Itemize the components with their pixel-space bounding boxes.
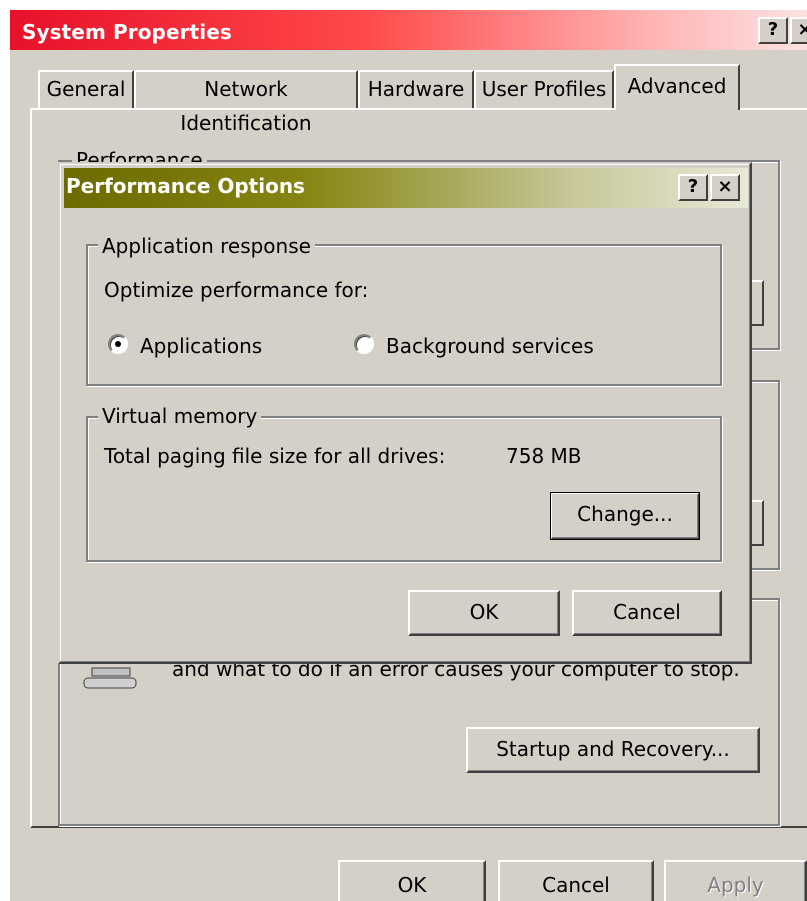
- tab-hardware[interactable]: Hardware: [358, 70, 474, 108]
- help-button[interactable]: ?: [758, 17, 788, 44]
- paging-file-label: Total paging file size for all drives:: [104, 444, 446, 468]
- tab-advanced[interactable]: Advanced: [614, 64, 740, 110]
- application-response-groupbox: [86, 244, 722, 386]
- radio-selected-dot: [115, 341, 121, 347]
- startup-and-recovery-button[interactable]: Startup and Recovery...: [466, 727, 760, 773]
- background-services-radio[interactable]: [354, 334, 374, 354]
- change-button[interactable]: Change...: [550, 492, 700, 540]
- performance-options-title: Performance Options: [66, 174, 305, 198]
- tab-network-identification[interactable]: Network Identification: [134, 70, 358, 135]
- virtual-memory-label: Virtual memory: [98, 404, 262, 428]
- application-response-label: Application response: [98, 234, 315, 258]
- background-services-label[interactable]: Background services: [386, 334, 594, 358]
- close-button[interactable]: ×: [790, 17, 807, 44]
- performance-options-dialog: Performance Options ? × Application resp…: [58, 162, 752, 664]
- optimize-prompt: Optimize performance for:: [104, 278, 369, 302]
- applications-label[interactable]: Applications: [140, 334, 262, 358]
- tab-user-profiles[interactable]: User Profiles: [474, 70, 614, 108]
- system-properties-title: System Properties: [22, 20, 232, 44]
- perf-ok-button[interactable]: OK: [408, 590, 560, 636]
- virtual-memory-groupbox: [86, 416, 722, 562]
- perf-cancel-button[interactable]: Cancel: [572, 590, 722, 636]
- sys-cancel-button[interactable]: Cancel: [498, 860, 654, 901]
- perf-help-button[interactable]: ?: [678, 174, 708, 201]
- tab-general[interactable]: General: [38, 70, 134, 108]
- sys-ok-button[interactable]: OK: [338, 860, 486, 901]
- applications-radio[interactable]: [108, 334, 128, 354]
- perf-close-button[interactable]: ×: [710, 174, 740, 201]
- paging-file-value: 758 MB: [506, 444, 582, 468]
- sys-apply-button[interactable]: Apply: [664, 860, 807, 901]
